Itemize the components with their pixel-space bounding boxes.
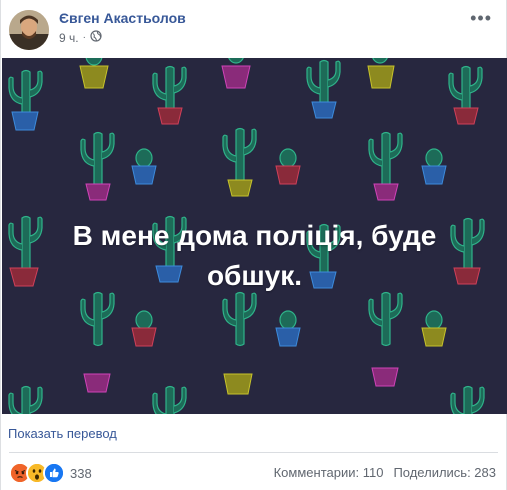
cactus-pot <box>275 310 301 347</box>
post-card: Євген Акастьолов 9 ч. · ••• В мене дома … <box>0 0 507 490</box>
cactus-pot <box>368 291 403 387</box>
cactus-pot <box>131 148 157 185</box>
divider <box>9 452 498 453</box>
cactus-pot <box>221 58 251 89</box>
cactus-pot <box>131 310 157 347</box>
post-footer: 338 Комментарии: 110 Поделились: 283 <box>1 460 506 484</box>
cactus-pot <box>79 58 109 89</box>
reactions-summary[interactable]: 338 <box>9 462 92 484</box>
cactus-pot <box>152 385 187 414</box>
cactus-pot <box>448 65 483 125</box>
cactus-pot <box>306 59 341 119</box>
like-reaction-icon <box>43 462 65 484</box>
post-time[interactable]: 9 ч. <box>59 31 79 45</box>
show-translation-link[interactable]: Показать перевод <box>8 426 117 441</box>
cactus-pot <box>80 131 115 201</box>
globe-icon[interactable] <box>90 30 102 45</box>
cactus-pot <box>367 58 395 89</box>
cactus-pot <box>80 291 115 393</box>
engagement-counts: Комментарии: 110 Поделились: 283 <box>274 465 496 480</box>
more-options-icon[interactable]: ••• <box>470 8 492 29</box>
comments-count[interactable]: Комментарии: 110 <box>274 465 384 480</box>
reactions-count[interactable]: 338 <box>70 466 92 481</box>
cactus-pot <box>222 291 257 395</box>
cactus-pot <box>368 131 403 201</box>
cactus-pot <box>450 385 485 414</box>
author-avatar[interactable] <box>9 10 49 50</box>
meta-separator: · <box>82 32 86 43</box>
cactus-pot <box>222 127 257 197</box>
post-meta: 9 ч. · <box>59 30 102 45</box>
cactus-pot <box>275 148 301 185</box>
post-header: Євген Акастьолов 9 ч. · ••• <box>1 0 506 58</box>
post-image[interactable]: В мене дома поліція, буде обшук. <box>2 58 507 414</box>
cactus-pot <box>8 69 43 131</box>
shares-count[interactable]: Поделились: 283 <box>393 465 496 480</box>
cactus-pot <box>421 148 447 185</box>
cactus-pot <box>152 65 187 125</box>
cactus-pot <box>8 385 43 414</box>
post-caption: В мене дома поліція, буде обшук. <box>72 220 437 291</box>
cactus-pot <box>421 310 447 347</box>
author-name[interactable]: Євген Акастьолов <box>59 10 186 26</box>
